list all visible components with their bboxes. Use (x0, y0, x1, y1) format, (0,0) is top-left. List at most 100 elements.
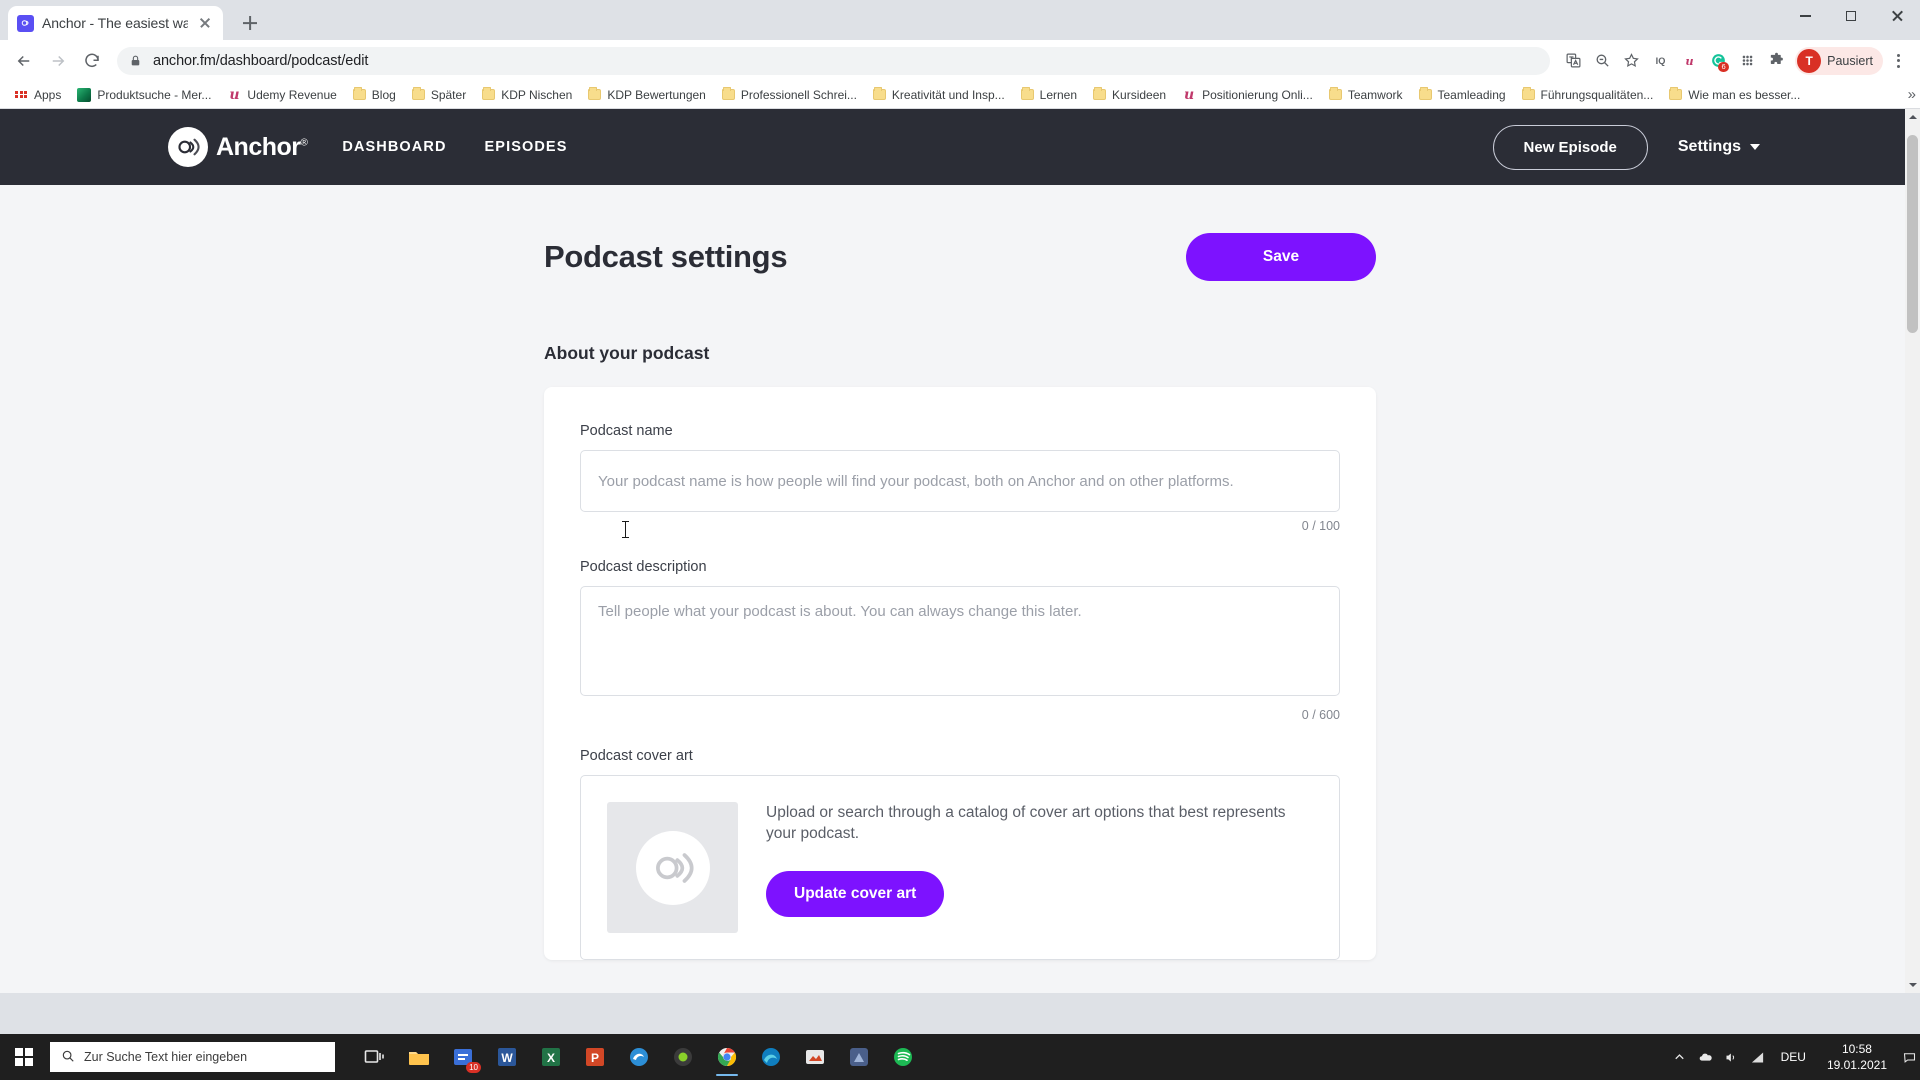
spotify-icon[interactable] (883, 1037, 923, 1077)
extensions-puzzle-icon[interactable] (1762, 47, 1790, 75)
chevron-up-icon[interactable] (1667, 1034, 1693, 1080)
page-scrollbar[interactable] (1905, 109, 1920, 993)
brand-logo[interactable]: Anchor® (168, 127, 308, 167)
taskbar-app-list: 10 W X P (355, 1037, 923, 1077)
affinity-icon[interactable] (839, 1037, 879, 1077)
podcast-description-input[interactable] (580, 586, 1340, 696)
word-icon[interactable]: W (487, 1037, 527, 1077)
update-cover-art-button[interactable]: Update cover art (766, 870, 945, 917)
bookmarks-bar: Apps Produktsuche - Mer... u Udemy Revenue B… (0, 81, 1920, 109)
bookmark-item[interactable]: u Positionierung Onli... (1174, 85, 1321, 105)
onedrive-icon[interactable] (1693, 1034, 1719, 1080)
folder-icon (1020, 87, 1034, 100)
window-controls (1782, 0, 1920, 40)
bookmark-item[interactable]: Kreativität und Insp... (865, 85, 1013, 105)
browser-tab[interactable]: Anchor - The easiest way to mak (8, 6, 223, 40)
kebab-menu-icon[interactable] (1884, 47, 1912, 75)
settings-dropdown[interactable]: Settings (1678, 138, 1760, 156)
bookmark-item[interactable]: Lernen (1013, 85, 1085, 105)
cover-art-info: Upload or search through a catalog of co… (766, 802, 1311, 933)
clock-date: 19.01.2021 (1826, 1058, 1887, 1072)
browser-window: Anchor - The easiest way to mak anchor.f… (0, 0, 1920, 1034)
bookmark-item[interactable]: Teamleading (1411, 85, 1514, 105)
nav-link-episodes[interactable]: EPISODES (485, 139, 568, 155)
folder-icon (1093, 87, 1107, 100)
folder-icon (588, 87, 602, 100)
volume-icon[interactable] (1719, 1034, 1745, 1080)
scroll-up-arrow[interactable] (1905, 109, 1920, 125)
bookmark-label: Udemy Revenue (247, 87, 337, 102)
store-icon[interactable]: 10 (443, 1037, 483, 1077)
cover-art-thumbnail[interactable] (607, 802, 738, 933)
url-text: anchor.fm/dashboard/podcast/edit (153, 52, 369, 69)
scrollbar-thumb[interactable] (1907, 135, 1918, 333)
field-podcast-cover: Podcast cover art Upload or search throu… (580, 748, 1340, 960)
iq-extension-icon[interactable]: IQ (1646, 47, 1674, 75)
bookmark-label: Blog (371, 87, 396, 102)
excel-icon[interactable]: X (531, 1037, 571, 1077)
edge-icon[interactable] (751, 1037, 791, 1077)
edge-legacy-icon[interactable] (619, 1037, 659, 1077)
close-window-button[interactable] (1874, 0, 1920, 32)
start-button[interactable] (0, 1034, 48, 1080)
udemy-favicon: u (1183, 86, 1195, 103)
bookmark-item[interactable]: Wie man es besser... (1661, 85, 1808, 105)
profile-chip[interactable]: T Pausiert (1795, 46, 1883, 75)
forward-icon[interactable] (42, 45, 74, 77)
bookmark-item[interactable]: Professionell Schrei... (714, 85, 865, 105)
svg-text:X: X (547, 1051, 555, 1065)
bookmark-item[interactable]: KDP Nischen (474, 85, 580, 105)
taskbar-search-box[interactable]: Zur Suche Text hier eingeben (50, 1042, 335, 1072)
folder-icon (721, 87, 735, 100)
grammarly-extension-icon[interactable]: 6 (1704, 47, 1732, 75)
bookmark-item[interactable]: Später (404, 85, 474, 105)
minimize-button[interactable] (1782, 0, 1828, 32)
address-bar[interactable]: anchor.fm/dashboard/podcast/edit (117, 46, 1551, 75)
clock[interactable]: 10:58 19.01.2021 (1816, 1041, 1898, 1073)
podcast-name-input[interactable] (580, 450, 1340, 512)
reload-icon[interactable] (76, 45, 108, 77)
site-favicon (77, 87, 92, 102)
bookmark-label: KDP Bewertungen (607, 87, 706, 102)
powerpoint-icon[interactable]: P (575, 1037, 615, 1077)
close-icon[interactable] (196, 14, 214, 32)
bookmark-label: Lernen (1039, 87, 1078, 102)
bookmark-item[interactable]: Blog (345, 85, 404, 105)
bookmark-label: KDP Nischen (501, 87, 573, 102)
bookmark-item[interactable]: KDP Bewertungen (580, 85, 714, 105)
bookmark-label: Kreativität und Insp... (891, 87, 1005, 102)
bookmark-item[interactable]: Apps (7, 85, 69, 105)
file-explorer-icon[interactable] (399, 1037, 439, 1077)
app-navbar: Anchor® DASHBOARD EPISODES New Episode S… (0, 109, 1920, 185)
translate-icon[interactable] (1559, 47, 1587, 75)
maximize-button[interactable] (1828, 0, 1874, 32)
network-icon[interactable] (1745, 1034, 1771, 1080)
new-episode-button[interactable]: New Episode (1492, 124, 1648, 170)
new-tab-button[interactable] (233, 6, 267, 40)
save-button[interactable]: Save (1186, 233, 1376, 281)
bookmark-item[interactable]: Teamwork (1321, 85, 1411, 105)
notifications-icon[interactable] (1898, 1034, 1920, 1080)
udemy-favicon: u (229, 86, 240, 103)
nav-link-dashboard[interactable]: DASHBOARD (342, 139, 446, 155)
tab-title: Anchor - The easiest way to mak (42, 15, 188, 31)
anchor-logo-icon (168, 127, 208, 167)
chrome-icon[interactable] (707, 1037, 747, 1077)
podcast-description-label: Podcast description (580, 559, 707, 575)
camtasia-icon[interactable] (663, 1037, 703, 1077)
bookmark-label: Apps (34, 87, 62, 102)
udemy-extension-icon[interactable]: u (1675, 47, 1703, 75)
bookmark-star-icon[interactable] (1617, 47, 1645, 75)
task-view-icon[interactable] (355, 1037, 395, 1077)
snagit-icon[interactable] (795, 1037, 835, 1077)
bookmark-item[interactable]: Führungsqualitäten... (1514, 85, 1662, 105)
scroll-down-arrow[interactable] (1905, 977, 1920, 993)
language-indicator[interactable]: DEU (1771, 1050, 1816, 1064)
back-icon[interactable] (8, 45, 40, 77)
bookmark-item[interactable]: u Udemy Revenue (219, 85, 344, 105)
bookmark-item[interactable]: Kursideen (1085, 85, 1174, 105)
zoom-icon[interactable] (1588, 47, 1616, 75)
bookmarks-overflow-icon[interactable]: » (1908, 86, 1916, 103)
bookmark-item[interactable]: Produktsuche - Mer... (69, 85, 219, 105)
apps-grid-icon[interactable] (1733, 47, 1761, 75)
